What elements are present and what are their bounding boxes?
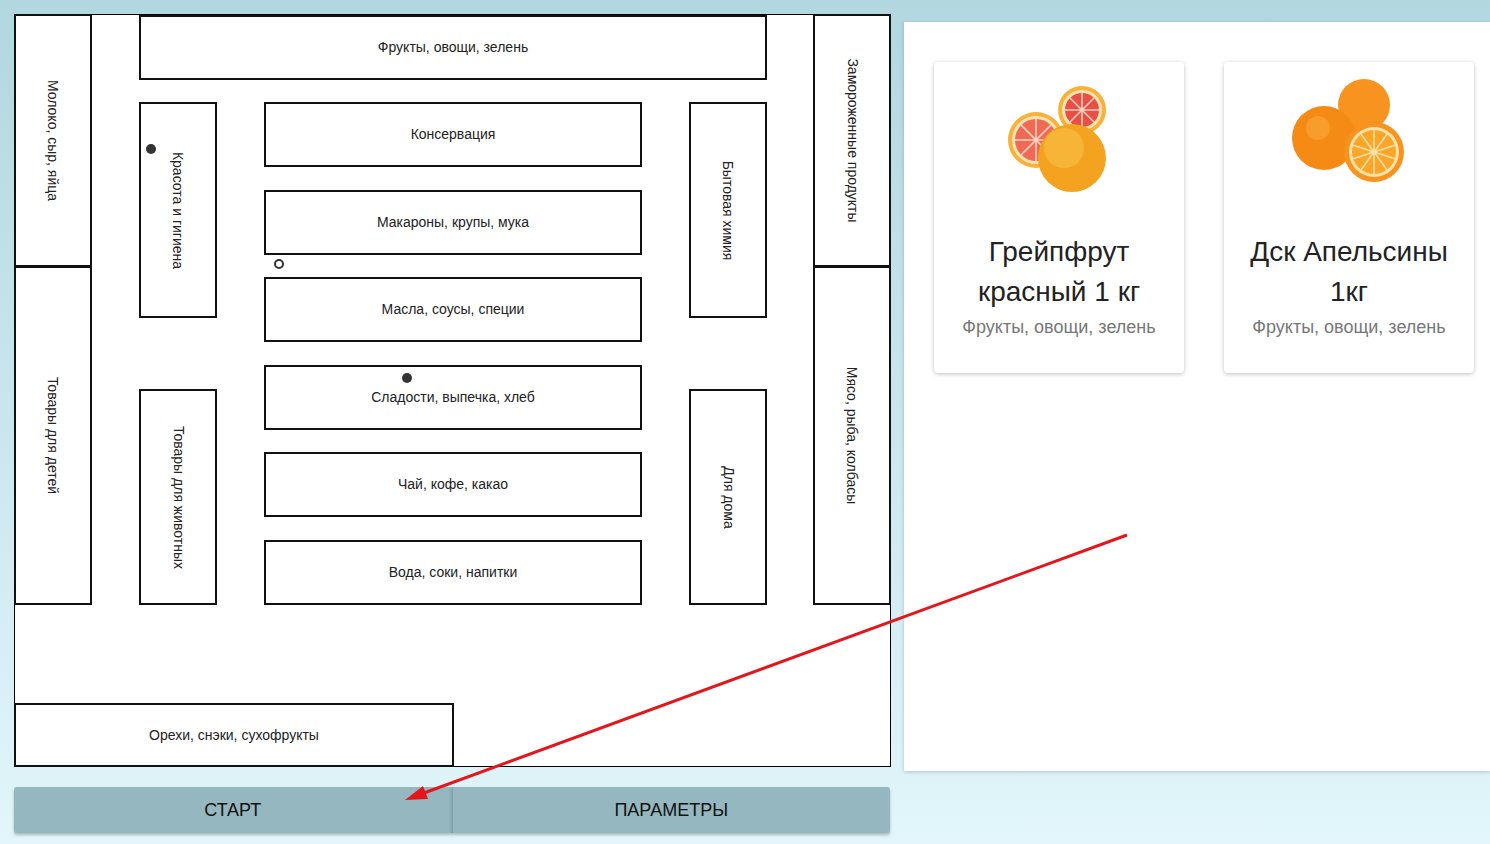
shelf[interactable]: Макароны, крупы, мука [264,190,642,255]
app: Молоко, сыр, яйцаТовары для детей Фрукты,… [0,0,1490,844]
annotation-arrow [0,0,1490,844]
shelf[interactable]: Товары для детей [14,266,92,605]
shelf[interactable]: Мясо, рыба, колбасы [813,266,891,605]
shelf[interactable]: Товары для животных [139,389,217,605]
shelf[interactable]: Вода, соки, напитки [264,540,642,605]
product-panel: Грейпфрут красный 1 кгФрукты, овощи, зел… [904,22,1490,771]
shelf[interactable]: Для дома [689,389,767,605]
button-row: СТАРТПАРАМЕТРЫ [14,787,890,833]
product-image [994,70,1124,200]
shelf[interactable]: Орехи, снэки, сухофрукты [14,703,454,767]
left-column: Молоко, сыр, яйцаТовары для детей Фрукты,… [0,0,891,833]
shelf[interactable]: Фрукты, овощи, зелень [139,15,767,80]
map-marker [402,373,412,383]
shelf[interactable]: Молоко, сыр, яйца [14,14,92,267]
product-category: Фрукты, овощи, зелень [1252,314,1445,341]
shelf[interactable]: Красота и гигиена [139,102,217,318]
grapefruit-icon [994,70,1124,200]
shelf[interactable]: Замороженные продукты [813,14,891,267]
orange-icon [1284,70,1414,200]
product-name: Грейпфрут красный 1 кг [942,232,1176,312]
shelf[interactable]: Сладости, выпечка, хлеб [264,365,642,430]
map-marker [146,144,156,154]
product-card[interactable]: Грейпфрут красный 1 кгФрукты, овощи, зел… [934,62,1184,373]
shelf[interactable]: Масла, соусы, специи [264,277,642,342]
shelf[interactable]: Консервация [264,102,642,167]
shelf[interactable]: Бытовая химия [689,102,767,318]
start-button[interactable]: СТАРТ [14,787,452,833]
product-category: Фрукты, овощи, зелень [962,314,1155,341]
product-card[interactable]: Дск Апельсины 1кгФрукты, овощи, зелень [1224,62,1474,373]
map-marker [274,259,284,269]
shelf[interactable]: Чай, кофе, какао [264,452,642,517]
product-name: Дск Апельсины 1кг [1232,232,1466,312]
store-map: Молоко, сыр, яйцаТовары для детей Фрукты,… [14,14,891,767]
parameters-button[interactable]: ПАРАМЕТРЫ [452,787,891,833]
product-image [1284,70,1414,200]
